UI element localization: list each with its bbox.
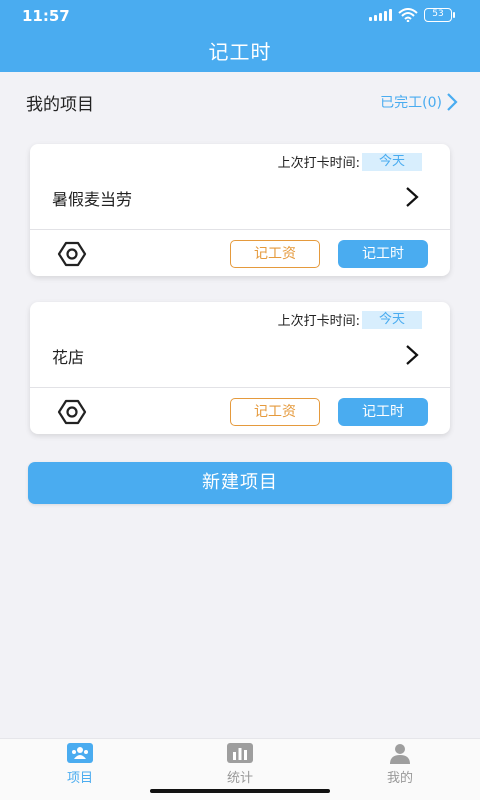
status-time: 11:57 — [22, 7, 70, 25]
chevron-right-icon[interactable] — [404, 344, 420, 366]
page-title: 记工时 — [208, 40, 272, 64]
last-checkin: 上次打卡时间: 今天 — [278, 310, 422, 329]
record-hours-button[interactable]: 记工时 — [338, 398, 428, 426]
record-wage-button[interactable]: 记工资 — [230, 398, 320, 426]
project-name: 花店 — [52, 348, 85, 367]
record-wage-button[interactable]: 记工资 — [230, 240, 320, 268]
app-header: 11:57 53 记工时 — [0, 0, 480, 72]
status-icons: 53 — [369, 8, 455, 22]
wifi-icon — [398, 8, 418, 22]
last-checkin-label: 上次打卡时间: — [277, 314, 360, 329]
section-title: 我的项目 — [26, 95, 94, 115]
people-icon — [67, 743, 93, 763]
last-checkin: 上次打卡时间: 今天 — [278, 152, 422, 171]
tab-mine-label: 我的 — [386, 771, 413, 786]
tab-statistics[interactable]: 统计 — [200, 743, 280, 786]
battery-icon: 53 — [424, 8, 455, 22]
last-checkin-badge: 今天 — [362, 310, 422, 329]
tab-projects[interactable]: 项目 — [40, 743, 120, 786]
person-icon — [390, 744, 410, 764]
project-card-actions: 记工资 记工时 — [30, 230, 450, 276]
project-card-header[interactable]: 上次打卡时间: 今天 花店 — [30, 302, 450, 388]
project-name: 暑假麦当劳 — [52, 190, 133, 209]
status-bar: 11:57 53 — [0, 0, 480, 32]
chevron-right-icon[interactable] — [404, 186, 420, 208]
record-hours-button[interactable]: 记工时 — [338, 240, 428, 268]
tab-statistics-label: 统计 — [226, 771, 253, 786]
project-card: 上次打卡时间: 今天 暑假麦当劳 记工资 记工时 — [30, 144, 450, 276]
tab-mine[interactable]: 我的 — [360, 743, 440, 786]
project-card-actions: 记工资 记工时 — [30, 388, 450, 434]
gear-icon[interactable] — [56, 398, 88, 426]
signal-icon — [369, 9, 392, 21]
last-checkin-label: 上次打卡时间: — [277, 156, 360, 171]
last-checkin-badge: 今天 — [362, 152, 422, 171]
finished-projects-link[interactable]: 已完工(0) — [380, 92, 458, 112]
chart-icon — [227, 743, 253, 763]
new-project-button[interactable]: 新建项目 — [28, 462, 452, 504]
project-card-header[interactable]: 上次打卡时间: 今天 暑假麦当劳 — [30, 144, 450, 230]
chevron-right-icon — [447, 93, 458, 111]
home-indicator — [150, 789, 330, 793]
tab-projects-label: 项目 — [66, 771, 93, 786]
finished-projects-label: 已完工(0) — [380, 95, 442, 111]
project-card: 上次打卡时间: 今天 花店 记工资 记工时 — [30, 302, 450, 434]
gear-icon[interactable] — [56, 240, 88, 268]
